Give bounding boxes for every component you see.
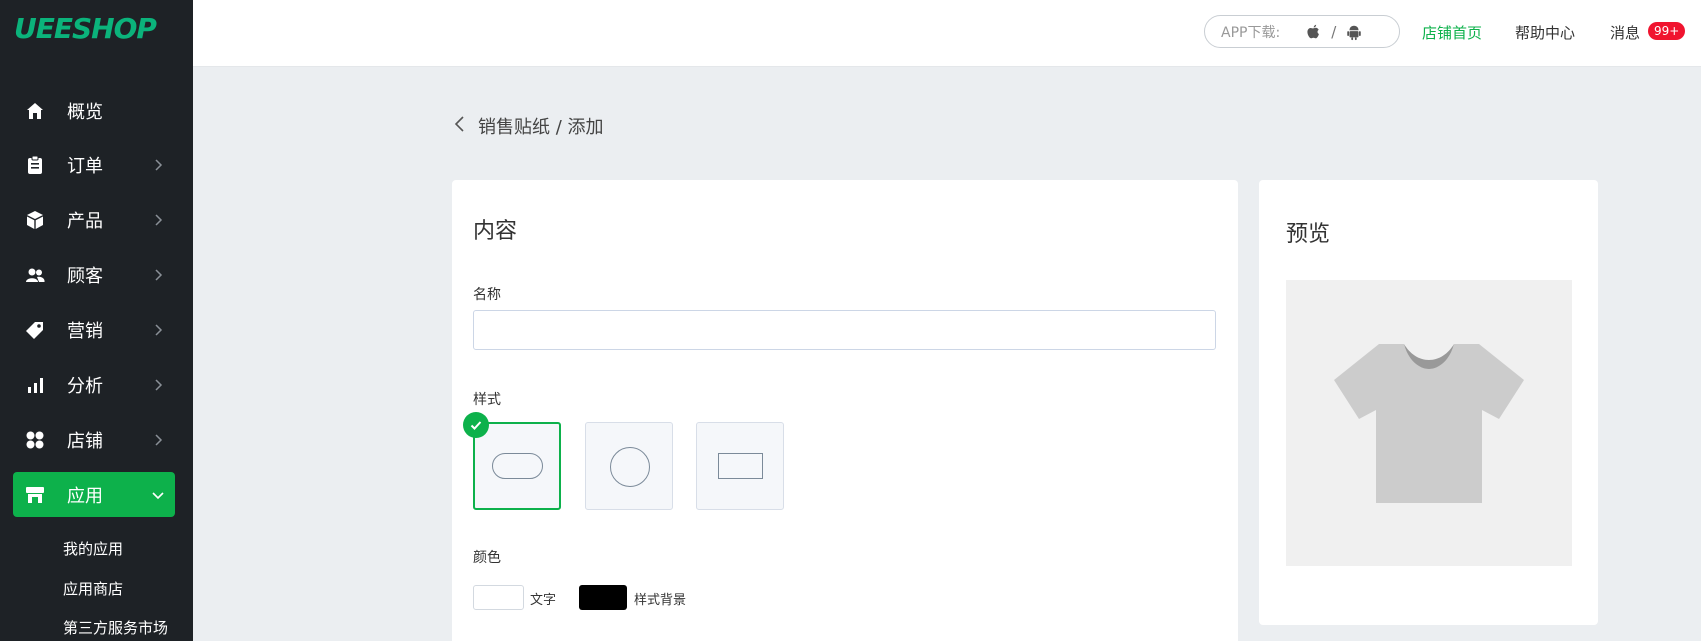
sidebar-item-store[interactable]: 店铺: [0, 417, 193, 462]
content-card: 内容 名称 样式 颜色 文字 样式背景: [452, 180, 1238, 641]
sidebar-item-analytics[interactable]: 分析: [0, 362, 193, 407]
background-color-label: 样式背景: [634, 593, 687, 608]
name-label: 名称: [473, 287, 501, 303]
home-icon: [25, 101, 45, 121]
pill-shape-icon: [492, 453, 543, 479]
sidebar-subitem-app-store[interactable]: 应用商店: [63, 578, 123, 599]
chevron-right-icon: [155, 378, 163, 391]
store-home-link[interactable]: 店铺首页: [1422, 22, 1482, 43]
bar-chart-icon: [25, 375, 45, 395]
clipboard-icon: [25, 155, 45, 175]
help-center-link[interactable]: 帮助中心: [1515, 22, 1575, 43]
check-icon: [463, 412, 489, 438]
sidebar: UEESHOP 概览 订单 产品 顾客 营销 分析 店铺 应用 我的应用 应用商…: [0, 0, 193, 641]
style-option-pill[interactable]: [463, 412, 561, 510]
messages-link[interactable]: 消息: [1610, 22, 1640, 43]
color-label: 颜色: [473, 550, 501, 566]
sidebar-item-label: 顾客: [67, 265, 103, 287]
name-input[interactable]: [473, 310, 1216, 350]
sidebar-item-label: 营销: [67, 320, 103, 342]
content-title: 内容: [473, 219, 518, 244]
grid-icon: [25, 430, 45, 450]
sidebar-item-apps[interactable]: 应用: [13, 472, 175, 517]
chevron-right-icon: [155, 323, 163, 336]
rectangle-shape-icon: [718, 453, 763, 479]
messages-badge: 99+: [1648, 22, 1686, 40]
preview-image: [1286, 280, 1572, 566]
text-color-swatch[interactable]: [473, 585, 524, 610]
breadcrumb: 销售贴纸 / 添加: [478, 117, 604, 138]
logo: UEESHOP: [14, 12, 157, 45]
sidebar-item-label: 店铺: [67, 430, 103, 452]
android-icon[interactable]: [1345, 23, 1363, 41]
app-download-label: APP下载:: [1221, 24, 1281, 41]
users-icon: [25, 265, 45, 285]
style-option-circle[interactable]: [585, 422, 673, 510]
chevron-right-icon: [155, 268, 163, 281]
separator: /: [1331, 22, 1337, 41]
box-icon: [25, 210, 45, 230]
sidebar-item-label: 分析: [67, 375, 103, 397]
chevron-down-icon: [152, 491, 164, 499]
sidebar-item-products[interactable]: 产品: [0, 197, 193, 242]
sidebar-item-overview[interactable]: 概览: [0, 88, 193, 133]
preview-card: 预览: [1259, 180, 1598, 625]
sidebar-item-customers[interactable]: 顾客: [0, 252, 193, 297]
chevron-right-icon: [155, 158, 163, 171]
sidebar-subitem-third-party-market[interactable]: 第三方服务市场: [63, 617, 168, 638]
background-color-swatch[interactable]: [579, 585, 627, 610]
circle-shape-icon: [610, 447, 650, 487]
tag-icon: [25, 320, 45, 340]
apple-icon[interactable]: [1304, 23, 1322, 41]
chevron-right-icon: [155, 433, 163, 446]
text-color-label: 文字: [530, 593, 557, 608]
app-download: APP下载: /: [1204, 15, 1400, 48]
chevron-right-icon: [155, 213, 163, 226]
style-option-rectangle[interactable]: [696, 422, 784, 510]
sidebar-item-label: 概览: [67, 101, 103, 123]
back-arrow-icon[interactable]: [453, 115, 467, 133]
preview-title: 预览: [1286, 222, 1331, 247]
sidebar-item-label: 应用: [67, 485, 103, 507]
sidebar-item-label: 订单: [67, 155, 103, 177]
style-label: 样式: [473, 392, 501, 408]
sidebar-subitem-my-apps[interactable]: 我的应用: [63, 538, 123, 559]
tshirt-icon: [1334, 344, 1524, 503]
store-icon: [25, 485, 45, 505]
sidebar-item-label: 产品: [67, 210, 103, 232]
sidebar-item-marketing[interactable]: 营销: [0, 307, 193, 352]
sidebar-item-orders[interactable]: 订单: [0, 142, 193, 187]
